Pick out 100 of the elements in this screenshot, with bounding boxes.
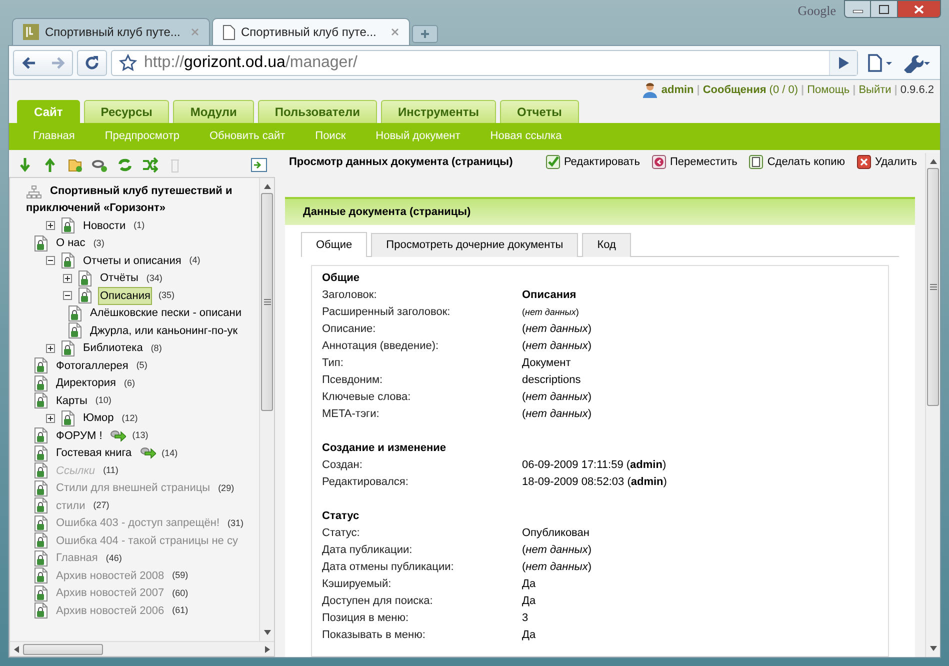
close-icon[interactable] [391, 28, 399, 36]
new-tab-button[interactable] [412, 25, 438, 43]
expand-toggle[interactable] [46, 221, 55, 230]
scroll-down-icon[interactable] [930, 646, 936, 651]
browser-tab[interactable]: Спортивный клуб путе... [12, 18, 210, 45]
child-count: (35) [158, 289, 174, 302]
header-link[interactable]: Помощь [807, 82, 850, 98]
main-tab[interactable]: Модули [173, 100, 254, 123]
wrench-menu-icon[interactable] [902, 52, 932, 72]
action-button[interactable]: Редактировать [546, 154, 640, 170]
horizontal-scrollbar[interactable] [10, 641, 274, 656]
close-button[interactable] [897, 0, 941, 18]
user-icon [642, 82, 658, 98]
tree-item[interactable]: О нас [54, 234, 88, 252]
child-count: (6) [124, 376, 136, 390]
tree-item[interactable]: Юмор [81, 409, 116, 428]
sort-down-icon[interactable] [17, 157, 33, 173]
copy-icon [749, 155, 764, 170]
tree-scrollbar[interactable] [259, 178, 274, 641]
action-button[interactable]: Переместить [652, 154, 738, 170]
version-label: 0.9.6.2 [900, 82, 934, 98]
grip-icon [930, 284, 936, 290]
tree-item[interactable]: Гостевая книга [54, 444, 134, 462]
document-tab[interactable]: Общие [301, 232, 368, 257]
tree-item[interactable]: Джурла, или каньонинг-по-ук [88, 322, 240, 340]
field-label: META-тэги: [322, 407, 380, 422]
collapse-toggle[interactable] [63, 291, 72, 300]
scroll-thumb[interactable] [261, 193, 273, 410]
field-label: Позиция в меню: [322, 611, 410, 626]
scroll-thumb[interactable] [23, 644, 103, 654]
star-icon[interactable] [119, 54, 137, 72]
scroll-right-icon[interactable] [265, 646, 270, 652]
tree-item[interactable]: ФОРУМ ! [54, 426, 104, 445]
locked-page-icon [78, 287, 92, 304]
delete-icon [857, 155, 871, 170]
reload-button[interactable] [77, 50, 107, 76]
panel-toggle-icon[interactable] [251, 157, 267, 173]
new-link-icon[interactable] [92, 157, 108, 173]
scroll-up-icon[interactable] [930, 159, 936, 164]
tree-item[interactable]: Описания [98, 286, 152, 305]
new-document-icon[interactable] [67, 157, 83, 173]
tree-item[interactable]: Карты [54, 392, 90, 410]
scroll-down-icon[interactable] [264, 630, 270, 635]
page-menu-icon[interactable] [866, 52, 894, 72]
tree-root[interactable]: Спортивный клуб путешествий и приключений «Горизонт» [10, 183, 259, 217]
go-arrow-icon[interactable] [838, 56, 848, 68]
main-tab[interactable]: Ресурсы [84, 100, 170, 123]
scroll-thumb[interactable] [927, 168, 939, 406]
main-tab[interactable]: Инструменты [380, 100, 496, 123]
tree-item[interactable]: Отчеты и описания [81, 252, 184, 270]
plus-icon [420, 29, 430, 39]
tree-item[interactable]: Директория [54, 374, 118, 392]
section-heading: Создание и изменение [322, 441, 447, 456]
field-value: Опубликован [522, 526, 590, 541]
field-label: Псевдоним: [322, 373, 384, 388]
sort-up-icon[interactable] [42, 157, 58, 173]
main-tab[interactable]: Пользователи [258, 100, 377, 123]
separator: | [696, 82, 700, 98]
back-forward-button[interactable] [13, 50, 73, 76]
locked-page-icon [61, 217, 75, 234]
back-arrow-icon [22, 56, 36, 68]
locked-page-icon [68, 304, 82, 322]
tree-item[interactable]: Отчёты [98, 269, 140, 288]
tree-item[interactable]: Фотогаллерея [54, 356, 130, 375]
expand-toggle[interactable] [46, 344, 55, 353]
action-button[interactable]: Удалить [857, 154, 917, 170]
expand-toggle[interactable] [63, 274, 72, 283]
collapse-toggle[interactable] [46, 256, 55, 266]
expand-toggle[interactable] [46, 414, 55, 423]
field-value: (нет данных) [522, 306, 579, 319]
shuffle-icon[interactable] [142, 157, 158, 173]
minimize-button[interactable] [844, 0, 871, 18]
scroll-left-icon[interactable] [14, 646, 19, 652]
field-label: Описание: [322, 322, 377, 337]
user-link[interactable]: admin [661, 82, 694, 98]
main-tab[interactable]: Отчеты [500, 100, 579, 123]
field-label: Аннотация (введение): [322, 339, 440, 354]
action-button[interactable]: Сделать копию [749, 154, 845, 170]
scroll-up-icon[interactable] [264, 184, 270, 189]
refresh-icon[interactable] [117, 157, 133, 173]
field-value: Да [522, 577, 536, 592]
grip-icon [264, 298, 270, 305]
content-scrollbar[interactable] [925, 153, 940, 657]
address-field[interactable]: http://gorizont.od.ua/manager/ [111, 50, 858, 76]
tree-item[interactable]: Библиотека [81, 339, 145, 358]
locked-page-icon [34, 444, 48, 462]
maximize-button[interactable] [871, 0, 897, 18]
header-link[interactable]: Сообщения (0 / 0) [702, 82, 798, 98]
brand-label: Google [798, 2, 836, 20]
locked-page-icon [61, 340, 75, 357]
document-tab[interactable]: Просмотреть дочерние документы [371, 233, 578, 257]
locked-page-icon [78, 270, 92, 287]
document-tab[interactable]: Код [582, 233, 631, 257]
field-label: Доступен для поиска: [322, 594, 434, 609]
child-count: (34) [146, 272, 162, 285]
tree-item[interactable]: Новости [81, 216, 128, 235]
browser-tab[interactable]: Спортивный клуб путе... [212, 18, 410, 45]
field-label: Дата отмены публикации: [322, 560, 455, 575]
header-link[interactable]: Выйти [858, 82, 892, 98]
tree-item[interactable]: Алёшковские пески - описани [88, 304, 244, 322]
